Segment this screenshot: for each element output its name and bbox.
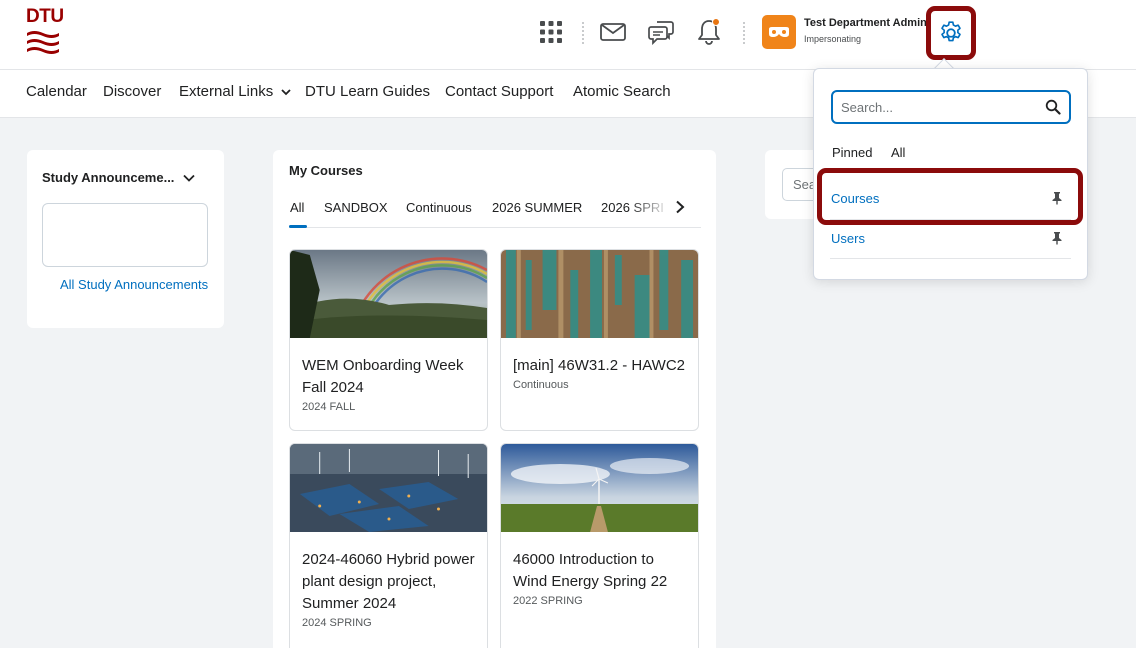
study-announcements-widget: Study Announceme... All Study Announceme… [27,150,224,328]
settings-gear-icon [941,21,961,42]
mail-button[interactable] [597,14,629,50]
course-name: 46000 Introduction to Wind Energy Spring… [513,551,668,590]
my-courses-widget: My Courses All SANDBOX Continuous 2026 S… [273,150,716,648]
announcements-content-box [42,203,208,267]
apps-grid-icon [540,21,562,43]
dtu-logo[interactable]: DTU [26,6,64,56]
course-tabs: All SANDBOX Continuous 2026 SUMMER 2026 … [289,196,701,228]
logo-text: DTU [26,6,64,27]
tab-all[interactable]: All [891,145,905,160]
course-term: 2022 SPRING [513,595,583,607]
impersonating-label: Impersonating [804,34,862,44]
admin-item-users[interactable]: Users [830,220,1071,258]
all-announcements-link[interactable]: All Study Announcements [60,277,208,292]
nav-external-links-label: External Links [179,83,274,100]
tab-continuous[interactable]: Continuous [406,200,472,215]
nav-discover[interactable]: Discover [103,83,161,100]
mail-icon [600,23,626,41]
active-tab-indicator [289,225,307,228]
course-name: [main] 46W31.2 - HAWC2 [513,357,685,374]
course-card[interactable]: [main] 46W31.2 - HAWC2 Continuous [500,249,699,431]
user-name[interactable]: Test Department Admin [804,17,927,29]
nav-contact-support[interactable]: Contact Support [445,83,553,100]
course-image-wind-turbine [501,444,698,532]
tab-all[interactable]: All [290,200,304,215]
courses-highlight-outline [817,168,1083,225]
course-name: WEM Onboarding Week Fall 2024 [302,357,464,396]
chat-button[interactable] [645,14,677,50]
my-courses-title: My Courses [289,163,363,178]
admin-item-label: Users [831,231,865,246]
search-icon[interactable] [1045,99,1061,115]
tab-pinned[interactable]: Pinned [832,145,872,160]
course-image-rainbow [290,250,487,339]
nav-calendar[interactable]: Calendar [26,83,87,100]
admin-search-box[interactable] [831,90,1071,124]
course-card[interactable]: 46000 Introduction to Wind Energy Spring… [500,443,699,648]
course-term: 2024 FALL [302,401,356,413]
tab-sandbox[interactable]: SANDBOX [324,200,388,215]
course-term: 2024 SPRING [302,617,372,629]
pin-icon[interactable] [1051,231,1063,245]
course-term: Continuous [513,379,569,391]
admin-tools-button[interactable] [926,6,976,60]
notification-dot [712,18,720,26]
separator [743,22,745,44]
notifications-button[interactable] [693,14,725,50]
tab-2026-summer[interactable]: 2026 SUMMER [492,200,582,215]
course-image-power-plant [290,444,487,532]
logo-waves-icon [27,31,59,54]
chat-icon [648,21,674,45]
apps-grid-button[interactable] [535,14,567,50]
mask-icon [769,27,789,37]
course-card[interactable]: WEM Onboarding Week Fall 2024 2024 FALL [289,249,488,431]
course-image-wood [501,250,698,338]
admin-search-input[interactable] [841,97,1031,117]
course-card[interactable]: 2024-46060 Hybrid power plant design pro… [289,443,488,648]
user-avatar[interactable] [762,15,796,49]
chevron-down-icon[interactable] [183,174,195,182]
nav-dtu-learn-guides[interactable]: DTU Learn Guides [305,83,430,100]
top-header: DTU Test Department Admin Impersonating [0,0,1136,69]
chevron-down-icon [281,89,292,96]
announcements-title: Study Announceme... [42,170,175,185]
nav-atomic-search[interactable]: Atomic Search [573,83,671,100]
separator [582,22,584,44]
divider [830,258,1071,259]
chevron-right-icon[interactable] [675,200,685,214]
course-name: 2024-46060 Hybrid power plant design pro… [302,551,475,612]
nav-external-links[interactable]: External Links [179,83,292,100]
